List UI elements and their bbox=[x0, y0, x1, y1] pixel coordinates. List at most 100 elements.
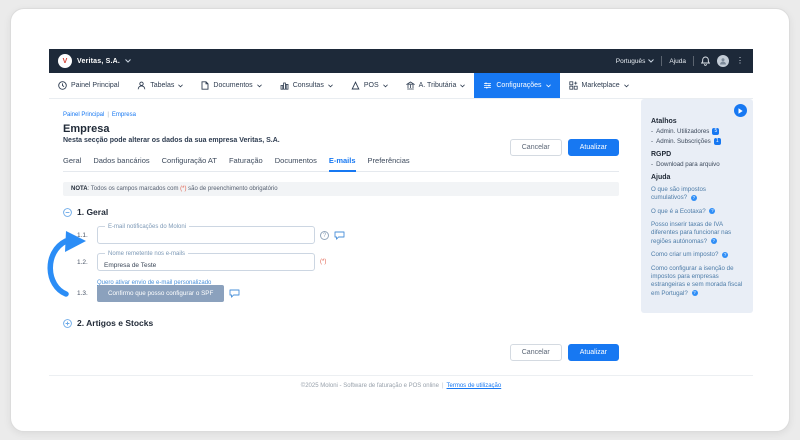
tab-dados-bancarios[interactable]: Dados bancários bbox=[93, 153, 149, 171]
help-link[interactable]: Ajuda bbox=[669, 58, 686, 65]
section-title: 1. Geral bbox=[77, 207, 109, 217]
help-link-isencao-impostos[interactable]: Como configurar a isenção de impostos pa… bbox=[651, 265, 743, 298]
chevron-down-icon bbox=[327, 83, 333, 87]
breadcrumb-link-empresa[interactable]: Empresa bbox=[112, 112, 136, 118]
field-label: Nome remetente nos e-mails bbox=[105, 250, 189, 258]
shortcut-admin-subscricoes[interactable]: Admin. Subscrições 1 bbox=[651, 138, 743, 145]
copyright-text: ©2025 Moloni - Software de faturação e P… bbox=[300, 383, 439, 389]
chat-bubble-icon[interactable] bbox=[334, 231, 345, 240]
menu-item-configuracoes[interactable]: Configurações bbox=[474, 73, 560, 98]
grid-plus-icon bbox=[568, 81, 578, 90]
sender-name-field: Nome remetente nos e-mails bbox=[97, 250, 315, 272]
footer: ©2025 Moloni - Software de faturação e P… bbox=[49, 375, 753, 398]
help-label: Ajuda bbox=[669, 57, 686, 65]
shortcut-label: Admin. Utilizadores bbox=[656, 128, 710, 135]
breadcrumb-link-painel[interactable]: Painel Principal bbox=[63, 112, 104, 118]
field-row-1-2: 1.2. Nome remetente nos e-mails (*) bbox=[77, 250, 619, 272]
menu-label: Configurações bbox=[496, 82, 542, 89]
chevron-down-icon bbox=[256, 83, 262, 87]
note-text: : Todos os campos marcados com bbox=[87, 186, 181, 192]
menu-item-documentos[interactable]: Documentos bbox=[192, 73, 270, 98]
menu-item-painel-principal[interactable]: Painel Principal bbox=[49, 73, 128, 98]
page-title: Empresa bbox=[63, 123, 110, 135]
menu-label: POS bbox=[363, 82, 379, 89]
menu-label: Tabelas bbox=[150, 82, 175, 89]
chevron-down-icon bbox=[178, 83, 184, 87]
pos-triangle-icon bbox=[351, 81, 360, 90]
tab-emails[interactable]: E-mails bbox=[328, 153, 356, 172]
chevron-down-icon bbox=[125, 59, 131, 63]
breadcrumb-divider: | bbox=[107, 112, 109, 118]
top-navbar: V Veritas, S.A. Português Ajuda ⋮ bbox=[49, 49, 753, 73]
section-title: 2. Artigos e Stocks bbox=[77, 318, 154, 328]
menu-item-a-tributaria[interactable]: A. Tributária bbox=[397, 73, 475, 98]
section-2-artigos-toggle[interactable]: 2. Artigos e Stocks bbox=[63, 318, 619, 328]
bell-icon[interactable] bbox=[701, 56, 710, 66]
question-circle-icon: ? bbox=[691, 289, 698, 296]
more-menu-icon[interactable]: ⋮ bbox=[736, 57, 744, 65]
chevron-down-icon bbox=[460, 83, 466, 87]
question-circle-icon: ? bbox=[710, 238, 717, 245]
menu-label: Documentos bbox=[213, 82, 253, 89]
users-icon bbox=[138, 81, 146, 90]
tab-documentos[interactable]: Documentos bbox=[275, 153, 317, 171]
chevron-down-icon bbox=[382, 83, 388, 87]
count-badge: 1 bbox=[713, 138, 721, 145]
menu-item-pos[interactable]: POS bbox=[342, 73, 397, 98]
document-icon bbox=[201, 81, 209, 90]
field-number: 1.1. bbox=[77, 231, 88, 239]
user-avatar[interactable] bbox=[717, 55, 729, 67]
tab-preferencias[interactable]: Preferências bbox=[368, 153, 410, 171]
tab-faturacao[interactable]: Faturação bbox=[229, 153, 263, 171]
top-action-buttons: Cancelar Atualizar bbox=[509, 139, 619, 156]
tab-configuracao-at[interactable]: Configuração AT bbox=[162, 153, 217, 171]
help-question-icon[interactable]: ? bbox=[320, 230, 329, 240]
help-sidebar: Atalhos Admin. Utilizadores 5 Admin. Sub… bbox=[641, 99, 753, 313]
confirm-spf-button[interactable]: Confirmo que posso configurar o SPF bbox=[97, 285, 225, 302]
field-number: 1.3. bbox=[77, 290, 88, 297]
play-tour-button[interactable] bbox=[734, 104, 747, 117]
tab-geral[interactable]: Geral bbox=[63, 153, 81, 171]
menu-label: Painel Principal bbox=[71, 82, 120, 89]
bar-chart-icon bbox=[280, 82, 289, 90]
clock-icon bbox=[58, 81, 67, 90]
divider bbox=[661, 56, 663, 66]
cancel-button[interactable]: Cancelar bbox=[509, 344, 562, 361]
cancel-button[interactable]: Cancelar bbox=[509, 139, 562, 156]
help-link-ecotaxa[interactable]: O que é a Ecotaxa? ? bbox=[651, 208, 743, 216]
breadcrumb: Painel Principal | Empresa bbox=[49, 99, 633, 118]
count-badge: 5 bbox=[712, 128, 720, 135]
required-marker: (*) bbox=[320, 259, 327, 265]
menu-item-marketplace[interactable]: Marketplace bbox=[560, 73, 638, 98]
menu-item-consultas[interactable]: Consultas bbox=[271, 73, 342, 98]
menu-item-tabelas[interactable]: Tabelas bbox=[128, 73, 192, 98]
sliders-icon bbox=[484, 82, 492, 89]
rgpd-download-link[interactable]: Download para arquivo bbox=[651, 161, 743, 168]
note-label: NOTA bbox=[71, 186, 88, 192]
help-link-text: Posso inserir taxas de IVA diferentes pa… bbox=[651, 221, 732, 245]
update-button[interactable]: Atualizar bbox=[567, 139, 619, 156]
rgpd-title: RGPD bbox=[651, 151, 672, 158]
update-button[interactable]: Atualizar bbox=[567, 344, 619, 361]
rgpd-label: Download para arquivo bbox=[656, 161, 720, 168]
chevron-down-icon bbox=[623, 83, 629, 87]
field-number: 1.2. bbox=[77, 258, 88, 266]
help-link-taxas-iva[interactable]: Posso inserir taxas de IVA diferentes pa… bbox=[651, 221, 743, 246]
person-icon bbox=[720, 58, 726, 65]
help-link-text: O que é a Ecotaxa? bbox=[651, 207, 706, 215]
bottom-action-buttons: Cancelar Atualizar bbox=[49, 344, 619, 361]
section-1-geral-toggle[interactable]: 1. Geral bbox=[63, 207, 619, 217]
terms-link[interactable]: Termos de utilização bbox=[447, 383, 502, 389]
language-selector[interactable]: Português bbox=[616, 58, 655, 65]
company-name: Veritas, S.A. bbox=[77, 57, 121, 65]
shortcut-admin-utilizadores[interactable]: Admin. Utilizadores 5 bbox=[651, 128, 743, 135]
moloni-app: V Veritas, S.A. Português Ajuda ⋮ Painel… bbox=[49, 49, 753, 398]
play-icon bbox=[738, 107, 743, 114]
company-selector[interactable]: V Veritas, S.A. bbox=[58, 54, 131, 68]
required-fields-note: NOTA: Todos os campos marcados com (*) s… bbox=[63, 182, 619, 196]
help-link-criar-imposto[interactable]: Como criar um imposto? ? bbox=[651, 251, 743, 259]
bank-icon bbox=[405, 81, 415, 90]
help-link-impostos-cumulativos[interactable]: O que são impostos cumulativos? ? bbox=[651, 186, 743, 203]
main-menubar: Painel Principal Tabelas Documentos Cons… bbox=[49, 73, 753, 99]
chat-bubble-icon[interactable] bbox=[229, 289, 240, 298]
